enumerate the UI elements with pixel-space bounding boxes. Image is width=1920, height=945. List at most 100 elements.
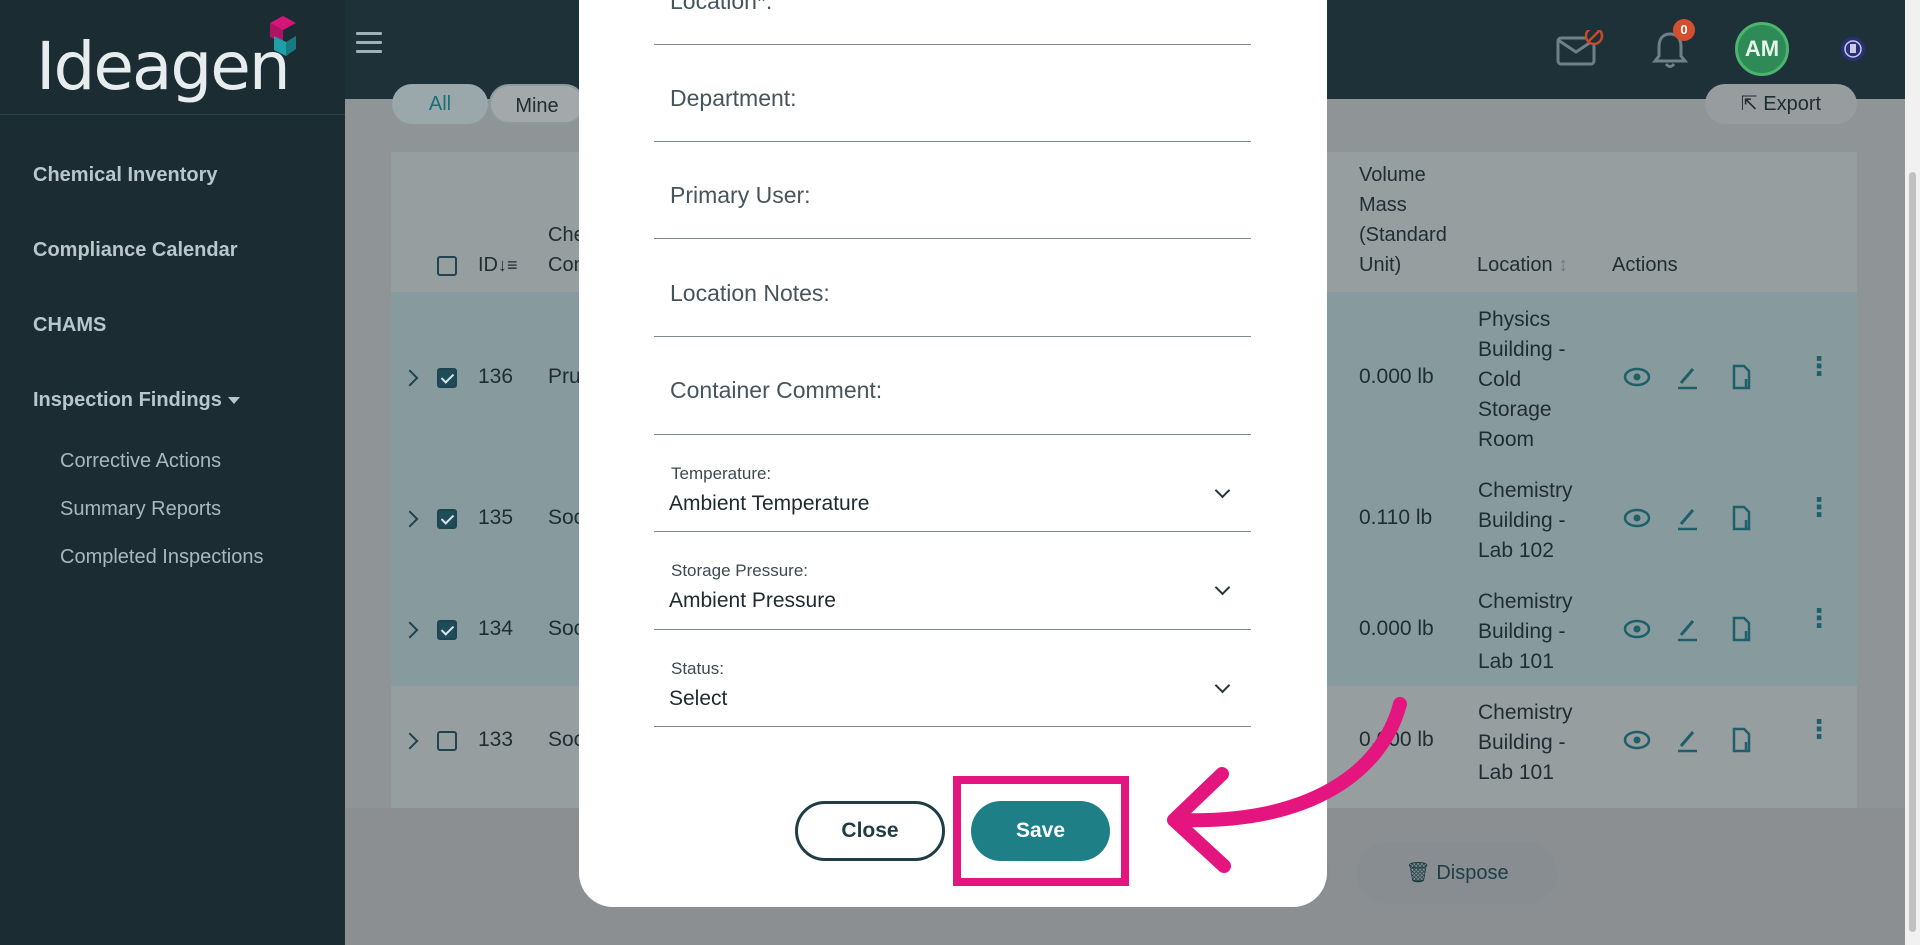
logo-cube-icon [270,16,296,56]
column-header-location[interactable]: Location ↕ [1477,250,1568,280]
sidebar-item-chemical-inventory[interactable]: Chemical Inventory [33,164,218,187]
select-all-checkbox[interactable] [437,256,457,276]
storage-pressure-select-label: Storage Pressure: [671,561,809,580]
location-field[interactable] [654,0,1251,45]
close-button[interactable]: Close [795,801,945,861]
sidebar-divider [0,114,345,115]
filter-mine-button[interactable]: Mine [489,84,585,124]
row-id: 133 [478,728,514,751]
logo-wordmark: Ideagen [36,28,291,105]
row-location: Physics Building - Cold Storage Room [1478,305,1566,455]
location-line: Building - [1478,731,1566,754]
sidebar-subitem-summary-reports[interactable]: Summary Reports [60,498,221,521]
sort-icon[interactable]: ↕ [1558,254,1568,276]
add-document-icon[interactable] [1732,616,1751,642]
header-line: Mass [1359,194,1407,216]
location-line: Building - [1478,620,1566,643]
filter-all-button[interactable]: All [392,84,488,124]
location-line: Lab 101 [1478,650,1554,673]
edit-icon[interactable] [1678,620,1697,642]
sidebar-item-compliance-calendar[interactable]: Compliance Calendar [33,239,238,262]
export-label: Export [1763,93,1822,115]
edit-icon[interactable] [1678,509,1697,531]
dispose-label: Dispose [1436,862,1509,884]
more-options-icon[interactable]: ⋮ [1806,494,1832,520]
container-comment-field[interactable] [654,337,1251,435]
sidebar-subitem-completed-inspections[interactable]: Completed Inspections [60,546,263,569]
hamburger-menu-icon[interactable] [356,32,382,54]
column-header-id[interactable]: ID↓≡ [478,250,518,280]
view-icon[interactable] [1623,730,1651,750]
location-line: Cold [1478,368,1522,391]
row-chemical: Pru [548,365,581,388]
column-header-volume-mass[interactable]: Volume Mass (Standard Unit) [1359,160,1447,280]
row-checkbox[interactable] [437,509,457,529]
user-avatar[interactable]: AM [1735,22,1789,76]
mail-blocked-icon[interactable] [1556,30,1604,68]
storage-pressure-select[interactable] [654,532,1251,630]
temperature-select-value: Ambient Temperature [669,492,870,515]
edit-icon[interactable] [1678,731,1697,753]
header-line: Unit) [1359,254,1402,276]
row-quantity: 0.000 lb [1359,365,1434,388]
view-icon[interactable] [1623,508,1651,528]
save-button-highlight [953,776,1129,886]
column-header-id-label: ID [478,254,498,276]
location-line: Storage [1478,398,1552,421]
sidebar: Ideagen Chemical Inventory Compliance Ca… [0,0,345,945]
export-button[interactable]: ⇱ Export [1705,84,1857,124]
location-line: Chemistry [1478,479,1573,502]
department-field[interactable] [654,45,1251,142]
status-select-label: Status: [671,659,724,678]
view-icon[interactable] [1623,367,1651,387]
row-checkbox[interactable] [437,620,457,640]
sidebar-subitem-corrective-actions[interactable]: Corrective Actions [60,450,221,473]
column-header-actions: Actions [1612,254,1678,276]
edit-icon[interactable] [1678,368,1697,390]
row-action-icons [1623,364,1751,390]
column-header-location-label: Location [1477,254,1553,276]
location-line: Lab 102 [1478,539,1554,562]
temperature-select-label: Temperature: [671,464,772,483]
location-line: Chemistry [1478,701,1573,724]
row-action-icons [1623,727,1751,753]
scrollbar-thumb[interactable] [1909,172,1916,932]
caret-down-icon [227,397,240,405]
row-action-icons [1623,616,1751,642]
location-notes-field[interactable] [654,239,1251,337]
row-action-icons [1623,505,1751,531]
primary-user-field[interactable] [654,142,1251,239]
more-options-icon[interactable]: ⋮ [1806,605,1832,631]
add-document-icon[interactable] [1732,727,1751,753]
ideagen-logo[interactable]: Ideagen [36,16,316,106]
more-options-icon[interactable]: ⋮ [1806,716,1832,742]
more-options-icon[interactable]: ⋮ [1806,353,1832,379]
row-id: 136 [478,365,514,388]
sidebar-item-label: Inspection Findings [33,389,222,411]
row-location: Chemistry Building - Lab 101 [1478,698,1573,788]
status-select-value: Select [669,687,728,710]
add-document-icon[interactable] [1732,505,1751,531]
sidebar-item-inspection-findings[interactable]: Inspection Findings [33,389,240,412]
row-checkbox[interactable] [437,731,457,751]
storage-pressure-select-value: Ambient Pressure [669,589,836,612]
notification-badge: 0 [1673,19,1695,41]
view-icon[interactable] [1623,619,1651,639]
header-line: (Standard [1359,224,1447,246]
location-line: Chemistry [1478,590,1573,613]
header-line: Volume [1359,164,1426,186]
sidebar-item-chams[interactable]: CHAMS [33,314,106,337]
row-location: Chemistry Building - Lab 101 [1478,587,1573,677]
location-line: Lab 101 [1478,761,1554,784]
row-checkbox[interactable] [437,368,457,388]
add-document-icon[interactable] [1732,364,1751,390]
row-quantity: 0.000 lb [1359,617,1434,640]
location-line: Building - [1478,509,1566,532]
location-line: Room [1478,428,1535,451]
row-id: 135 [478,506,514,529]
sort-desc-icon[interactable]: ↓≡ [498,255,518,275]
export-icon: ⇱ [1740,93,1758,115]
row-id: 134 [478,617,514,640]
pointer-arrow-icon [1167,697,1407,873]
university-seal-icon[interactable] [1838,34,1868,64]
